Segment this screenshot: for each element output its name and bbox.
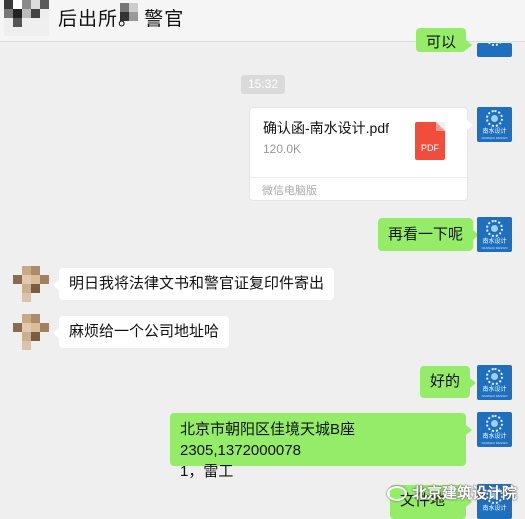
- avatar-company-name: 南水设计: [482, 506, 507, 512]
- company-avatar[interactable]: 南水设计 NANSHUI DESIGN: [477, 365, 512, 400]
- message-text: 明日我将法律文书和警官证复印件寄出: [69, 275, 325, 292]
- chat-title: 后出所。 警官: [58, 9, 185, 30]
- logo-ring-icon: [486, 415, 503, 432]
- logo-ring-icon: [486, 368, 503, 385]
- message-bubble-received[interactable]: 麻烦给一个公司地址哈: [52, 316, 230, 348]
- company-avatar[interactable]: 南水设计 NANSHUI DESIGN: [477, 107, 512, 142]
- message-text: 再看一下呢: [388, 226, 464, 243]
- avatar-company-sub: NANSHUI DESIGN: [481, 136, 508, 140]
- redacted-name-mosaic: [4, 0, 49, 36]
- company-avatar[interactable]: 南水设计 NANSHUI DESIGN: [477, 412, 512, 447]
- avatar-company-name: 南水设计: [482, 239, 507, 245]
- message-bubble-sent[interactable]: 再看一下呢: [378, 218, 480, 251]
- wechat-channel-icon: [387, 486, 407, 501]
- file-source-label: 微信电脑版: [262, 185, 317, 197]
- contact-avatar[interactable]: [13, 266, 49, 302]
- message-bubble-sent-address[interactable]: 北京市朝阳区佳境天城B座2305,1372000078 1，雷工: [170, 413, 472, 480]
- company-avatar[interactable]: 南水设计 NANSHUI DESIGN: [477, 217, 512, 252]
- watermark-text: 北京建筑设计院: [412, 485, 518, 502]
- message-text-line-1: 北京市朝阳区佳境天城B座2305,1372000078: [180, 421, 356, 459]
- message-text-line-2: 1，雷工: [180, 463, 234, 480]
- avatar-company-name: 南水设计: [482, 387, 507, 393]
- pdf-file-icon: PDF: [415, 122, 445, 160]
- avatar-company-sub: NANSHUI DESIGN: [481, 246, 508, 250]
- message-timestamp: 15:32: [241, 75, 285, 94]
- logo-ring-icon: [486, 110, 503, 127]
- message-text: 麻烦给一个公司地址哈: [69, 323, 220, 340]
- message-text: 好的: [430, 373, 461, 390]
- avatar-company-sub: NANSHUI DESIGN: [481, 394, 508, 398]
- logo-ring-icon: [486, 220, 503, 237]
- message-bubble-sent[interactable]: 好的: [420, 366, 477, 398]
- logo-ring-icon: [486, 43, 503, 46]
- avatar-company-sub: NANSHUI DESIGN: [481, 441, 508, 445]
- file-name: 确认函-南水设计.pdf: [263, 120, 390, 136]
- file-message-card[interactable]: 确认函-南水设计.pdf 120.0K PDF 微信电脑版: [249, 107, 473, 201]
- avatar-company-name: 南水设计: [482, 129, 507, 135]
- avatar-company-name: 南水设计: [482, 434, 507, 440]
- message-text: 可以: [426, 34, 457, 51]
- divider: [250, 177, 467, 178]
- contact-avatar[interactable]: [13, 314, 49, 350]
- file-size: 120.0K: [263, 142, 302, 156]
- company-avatar[interactable]: [477, 43, 512, 57]
- message-bubble-sent-partial[interactable]: 可以: [416, 28, 472, 52]
- message-bubble-received[interactable]: 明日我将法律文书和警官证复印件寄出: [52, 268, 335, 300]
- pdf-type-label: PDF: [421, 143, 439, 153]
